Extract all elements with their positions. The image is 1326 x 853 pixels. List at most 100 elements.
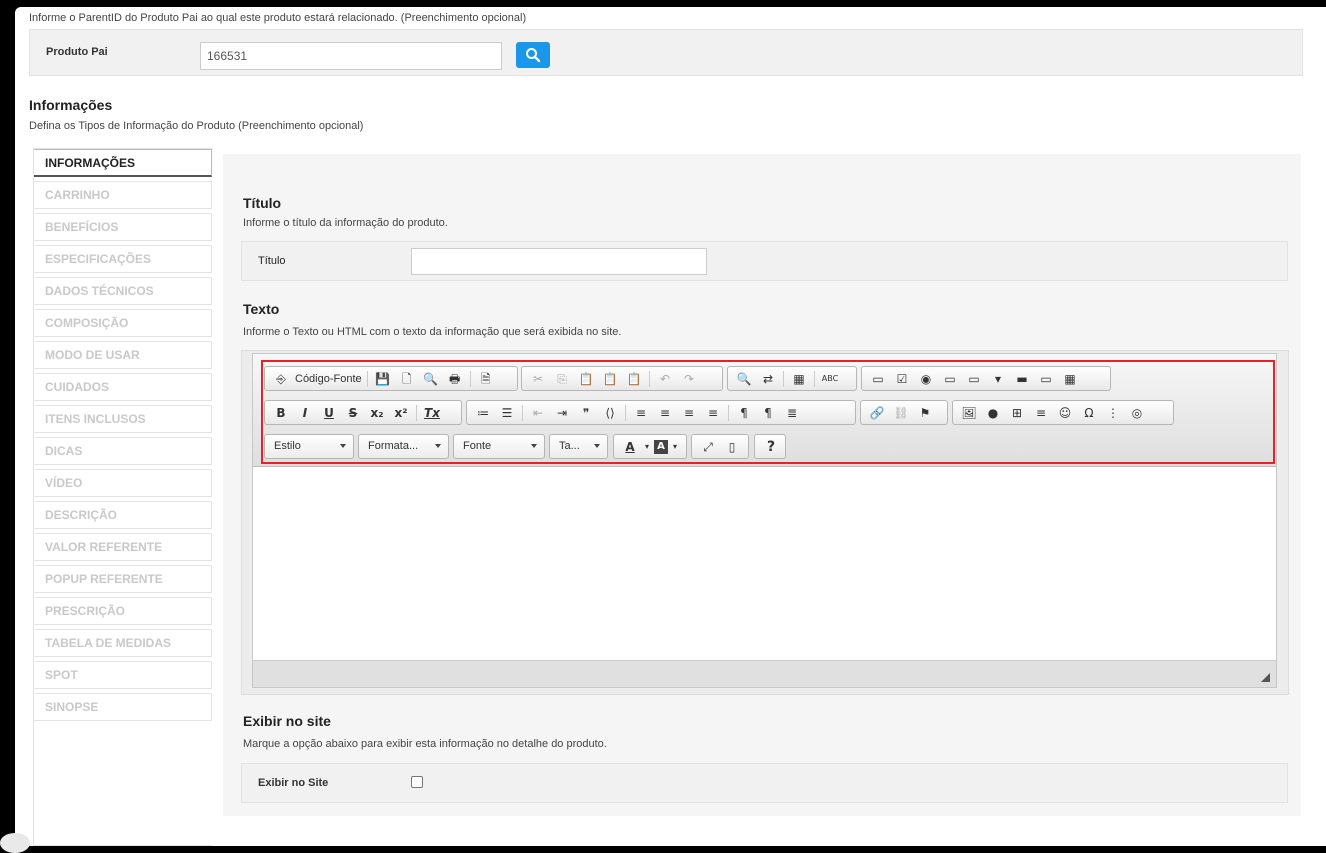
templates-icon[interactable]: 🗎 — [476, 369, 496, 389]
tab-valor-referente[interactable]: VALOR REFERENTE — [34, 533, 212, 561]
language-icon[interactable]: ≣ — [782, 403, 802, 423]
remove-format-button[interactable]: Tx — [422, 403, 442, 423]
tab-especificacoes[interactable]: ESPECIFICAÇÕES — [34, 245, 212, 273]
chevron-down-icon[interactable]: ▾ — [672, 437, 678, 457]
tab-dicas[interactable]: DICAS — [34, 437, 212, 465]
tab-prescricao[interactable]: PRESCRIÇÃO — [34, 597, 212, 625]
smiley-icon[interactable]: ☺ — [1055, 403, 1075, 423]
undo-icon[interactable]: ↶ — [655, 369, 675, 389]
toolbar-group-insert: 🖼 ● ⊞ ≡ ☺ Ω ⋮ ◎ — [952, 400, 1174, 425]
unlink-icon[interactable]: ⛓ — [891, 403, 911, 423]
tab-itens-inclusos[interactable]: ITENS INCLUSOS — [34, 405, 212, 433]
bold-button[interactable]: B — [271, 403, 291, 423]
numbered-list-icon[interactable]: ≔ — [473, 403, 493, 423]
replace-icon[interactable]: ⇄ — [758, 369, 778, 389]
iframe-icon[interactable]: ◎ — [1127, 403, 1147, 423]
strike-button[interactable]: S — [343, 403, 363, 423]
div-container-icon[interactable]: ⟨⟩ — [600, 403, 620, 423]
superscript-button[interactable]: x² — [391, 403, 411, 423]
subscript-button[interactable]: x₂ — [367, 403, 387, 423]
tab-cuidados[interactable]: CUIDADOS — [34, 373, 212, 401]
paste-icon[interactable]: 📋 — [576, 369, 596, 389]
background-color-button[interactable]: A — [654, 439, 668, 454]
tab-carrinho[interactable]: CARRINHO — [34, 181, 212, 209]
rtl-icon[interactable]: ¶ — [758, 403, 778, 423]
button-field-icon[interactable]: ▬ — [1012, 369, 1032, 389]
size-combo[interactable]: Ta... — [549, 434, 608, 459]
tab-video[interactable]: VÍDEO — [34, 469, 212, 497]
tab-tabela-de-medidas[interactable]: TABELA DE MEDIDAS — [34, 629, 212, 657]
image-icon[interactable]: 🖼 — [959, 403, 979, 423]
outdent-icon[interactable]: ⇤ — [528, 403, 548, 423]
tab-popup-referente[interactable]: POPUP REFERENTE — [34, 565, 212, 593]
paste-word-icon[interactable]: 📋 — [624, 369, 644, 389]
preview-icon[interactable]: 🔍 — [421, 369, 441, 389]
text-color-button[interactable]: A — [620, 437, 640, 457]
tab-spot[interactable]: SPOT — [34, 661, 212, 689]
align-right-icon[interactable]: ≡ — [679, 403, 699, 423]
tab-informacoes[interactable]: INFORMAÇÕES — [34, 149, 212, 177]
justify-icon[interactable]: ≡ — [703, 403, 723, 423]
size-combo-label: Ta... — [559, 440, 580, 452]
horizontal-rule-icon[interactable]: ≡ — [1031, 403, 1051, 423]
select-field-icon[interactable]: ▾ — [988, 369, 1008, 389]
toolbar-group-colors: A ▾ A ▾ — [613, 434, 687, 459]
exibir-label: Exibir no Site — [258, 777, 329, 789]
source-icon[interactable]: ⎆ — [271, 369, 291, 389]
copy-icon[interactable]: ⎘ — [552, 369, 572, 389]
titulo-label: Título — [258, 255, 286, 267]
ltr-icon[interactable]: ¶ — [734, 403, 754, 423]
chevron-down-icon[interactable]: ▾ — [644, 437, 650, 457]
image-button-icon[interactable]: ▭ — [1036, 369, 1056, 389]
tab-beneficios[interactable]: BENEFÍCIOS — [34, 213, 212, 241]
spellcheck-icon[interactable]: ABC — [820, 369, 840, 389]
resize-handle-icon[interactable] — [1261, 673, 1270, 682]
font-combo[interactable]: Fonte — [453, 434, 545, 459]
search-button[interactable] — [516, 42, 550, 68]
tab-modo-de-usar[interactable]: MODO DE USAR — [34, 341, 212, 369]
toolbar-group-forms: ▭ ☑ ◉ ▭ ▭ ▾ ▬ ▭ ▦ — [861, 366, 1111, 391]
hidden-field-icon[interactable]: ▦ — [1060, 369, 1080, 389]
table-icon[interactable]: ⊞ — [1007, 403, 1027, 423]
page-break-icon[interactable]: ⋮ — [1103, 403, 1123, 423]
source-button[interactable]: Código-Fonte — [295, 369, 362, 389]
help-button[interactable]: ? — [761, 437, 781, 457]
find-icon[interactable]: 🔍 — [734, 369, 754, 389]
maximize-icon[interactable]: ⤢ — [698, 437, 718, 457]
underline-button[interactable]: U — [319, 403, 339, 423]
exibir-checkbox[interactable] — [411, 776, 423, 788]
redo-icon[interactable]: ↷ — [679, 369, 699, 389]
indent-icon[interactable]: ⇥ — [552, 403, 572, 423]
flash-icon[interactable]: ● — [983, 403, 1003, 423]
align-left-icon[interactable]: ≡ — [631, 403, 651, 423]
editor-content-area[interactable] — [253, 468, 1276, 660]
format-combo[interactable]: Formata... — [358, 434, 449, 459]
tab-composicao[interactable]: COMPOSIÇÃO — [34, 309, 212, 337]
paste-text-icon[interactable]: 📋 — [600, 369, 620, 389]
special-char-icon[interactable]: Ω — [1079, 403, 1099, 423]
titulo-input[interactable] — [411, 248, 707, 275]
save-icon[interactable]: 💾 — [373, 369, 393, 389]
select-all-icon[interactable]: ▦ — [789, 369, 809, 389]
tab-dados-tecnicos[interactable]: DADOS TÉCNICOS — [34, 277, 212, 305]
style-combo[interactable]: Estilo — [264, 434, 354, 459]
tab-descricao[interactable]: DESCRIÇÃO — [34, 501, 212, 529]
italic-button[interactable]: I — [295, 403, 315, 423]
text-field-icon[interactable]: ▭ — [940, 369, 960, 389]
toolbar-group-links: 🔗 ⛓ ⚑ — [860, 400, 948, 425]
checkbox-icon[interactable]: ☑ — [892, 369, 912, 389]
bulleted-list-icon[interactable]: ☰ — [497, 403, 517, 423]
textarea-icon[interactable]: ▭ — [964, 369, 984, 389]
blockquote-icon[interactable]: ❞ — [576, 403, 596, 423]
radio-icon[interactable]: ◉ — [916, 369, 936, 389]
link-icon[interactable]: 🔗 — [867, 403, 887, 423]
show-blocks-icon[interactable]: ▯ — [722, 437, 742, 457]
anchor-icon[interactable]: ⚑ — [915, 403, 935, 423]
parent-product-input[interactable] — [200, 42, 502, 70]
form-icon[interactable]: ▭ — [868, 369, 888, 389]
tab-sinopse[interactable]: SINOPSE — [34, 693, 212, 721]
align-center-icon[interactable]: ≡ — [655, 403, 675, 423]
cut-icon[interactable]: ✂ — [528, 369, 548, 389]
print-icon[interactable]: 🖶 — [445, 369, 465, 389]
new-page-icon[interactable]: 🗋 — [397, 369, 417, 389]
